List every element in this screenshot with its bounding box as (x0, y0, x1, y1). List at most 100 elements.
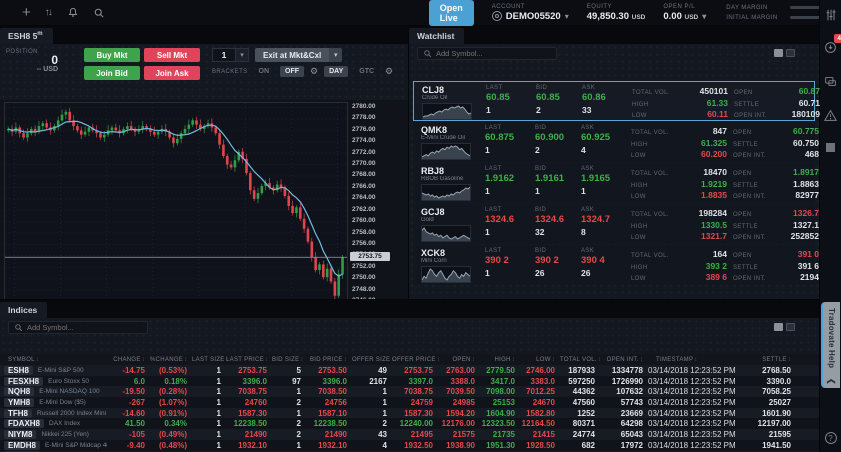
watchlist-symbol-cell: RBJ8RBOB Gasoline (421, 166, 485, 201)
sparkline-chart (421, 225, 471, 242)
offer-price-cell: 2753.75 (392, 366, 438, 375)
column-header-change[interactable]: CHANGE↕ (112, 357, 150, 363)
watchlist-symbol-name: RBOB Gasoline (421, 176, 481, 182)
sort-arrows-icon[interactable]: ↑↓ (45, 4, 51, 22)
column-header-total-vol-[interactable]: TOTAL VOL.↕ (560, 357, 600, 363)
indices-row-esh8[interactable]: ESH8E-Mini S&P 500-14.75(0.53%)12753.755… (0, 365, 819, 376)
column-header-open[interactable]: OPEN↕ (438, 357, 480, 363)
quantity-stepper[interactable]: 1 ▾ (212, 48, 249, 62)
watchlist-row-gcj8[interactable]: GCJ8GoldLAST1324.61BID1324.632ASK1324.78… (413, 204, 815, 244)
watchlist-module: Watchlist CLJ8Crude OilLAST60.851BID60.8… (408, 26, 819, 299)
help-tab[interactable]: Tradovate Help ❮ (821, 302, 840, 388)
bell-icon[interactable] (67, 4, 79, 22)
watchlist-symbol: XCK8 (421, 248, 485, 258)
column-header-bid-size[interactable]: BID SIZE↕ (272, 357, 306, 363)
notifications-icon[interactable]: 4 (824, 39, 837, 55)
indices-row-fesxh8[interactable]: FESXH8Euro Stoxx 506.00.18%13396.0973396… (0, 376, 819, 387)
stat-label: LOW (631, 276, 646, 282)
column-header-settle[interactable]: SETTLE↕ (740, 357, 796, 363)
offer-price-cell: 3397.0 (392, 377, 438, 386)
open-cell: 12176.00 (438, 419, 480, 428)
search-icon[interactable] (93, 4, 105, 22)
watchlist-row-qmk8[interactable]: QMK8E-Mini Crude OilLAST60.8751BID60.900… (413, 122, 815, 162)
add-module-icon[interactable]: + (22, 4, 31, 22)
indices-row-niym8[interactable]: NIYM8Nikkei 225 (Yen)-105(0.49%)12149022… (0, 429, 819, 440)
gear-icon[interactable]: ⚙ (385, 66, 393, 77)
buy-mkt-button[interactable]: Buy Mkt (84, 48, 140, 62)
tab-watchlist[interactable]: Watchlist (409, 28, 464, 44)
candlestick-chart[interactable]: 2780.002778.002776.002774.002772.002770.… (0, 100, 408, 299)
indices-search-input[interactable] (27, 323, 137, 332)
column-header-last-price[interactable]: LAST PRICE↕ (226, 357, 272, 363)
watchlist-row-xck8[interactable]: XCK8Mini CornLAST390 21BID390 226ASK390 … (413, 245, 815, 285)
chevron-down-icon[interactable]: ▾ (236, 48, 249, 62)
chevron-down-icon[interactable]: ▾ (565, 12, 569, 21)
indices-search[interactable] (8, 321, 148, 334)
pct-change-cell: (0.48%) (150, 441, 192, 450)
watchlist-ask-size: 26 (581, 268, 631, 278)
column-header-offer-price[interactable]: OFFER PRICE↕ (392, 357, 438, 363)
column-header-high[interactable]: HIGH↕ (480, 357, 520, 363)
column-header-timestamp[interactable]: TIMESTAMP↕ (648, 357, 740, 363)
watchlist-search[interactable] (417, 47, 557, 60)
settings-sliders-icon[interactable] (825, 7, 837, 23)
chevron-down-icon[interactable]: ▾ (702, 12, 706, 21)
column-header-symbol[interactable]: SYMBOL↕ (0, 357, 112, 363)
chart-plot-area[interactable] (4, 102, 348, 307)
equity-unit: USD (632, 14, 646, 21)
brackets-off-toggle[interactable]: OFF (280, 66, 304, 77)
square-icon[interactable] (826, 139, 835, 155)
exit-at-mkt-button[interactable]: Exit at Mkt&Cxl ▾ (255, 48, 342, 62)
indices-row-fdaxh8[interactable]: FDAXH8DAX Index41.500.34%112238.50212238… (0, 418, 819, 429)
watchlist-volume-stats: TOTAL VOL.847HIGH61.325LOW60.200 (631, 125, 733, 160)
join-bid-button[interactable]: Join Bid (84, 66, 140, 80)
indices-row-emdh8[interactable]: EMDH8E-Mini S&P Midcap 400-9.40(0.48%)11… (0, 440, 819, 451)
sell-mkt-button[interactable]: Sell Mkt (144, 48, 200, 62)
watchlist-search-input[interactable] (436, 49, 546, 58)
account-block[interactable]: ACCOUNT DEMO05520 ▾ (492, 4, 569, 22)
gear-icon[interactable]: ⚙ (310, 66, 318, 77)
watchlist-row-rbj8[interactable]: RBJ8RBOB GasolineLAST1.91621BID1.91611AS… (413, 163, 815, 203)
sparkline-chart (421, 143, 471, 160)
column-header-bid-price[interactable]: BID PRICE↕ (306, 357, 352, 363)
gtc-toggle[interactable]: GTC (354, 66, 379, 77)
offer-size-cell: 43 (352, 430, 392, 439)
watchlist-last-label: LAST (485, 207, 535, 213)
help-question-icon[interactable]: ? (825, 432, 837, 444)
view-mode-grid-toggle[interactable] (774, 49, 783, 57)
tab-esh8-chart[interactable]: ESH8 5m (0, 28, 53, 44)
chevron-down-icon[interactable]: ▾ (329, 48, 342, 62)
order-controls: POSITION 0 -- USD Buy Mkt Sell Mkt Join … (0, 44, 408, 82)
tab-indices[interactable]: Indices (0, 302, 47, 318)
open-live-button[interactable]: Open Live (429, 0, 474, 26)
column-header-open-int-[interactable]: OPEN INT.↕ (600, 357, 648, 363)
watchlist-row-clj8[interactable]: CLJ8Crude OilLAST60.851BID60.852ASK60.86… (413, 81, 815, 121)
offer-price-cell: 12240.00 (392, 419, 438, 428)
column-header-offer-size[interactable]: OFFER SIZE↕ (352, 357, 392, 363)
view-mode-grid-toggle[interactable] (774, 323, 783, 331)
watchlist-last-cell: LAST1.91621 (485, 166, 535, 201)
symbol-chip: FDAXH8 (4, 419, 44, 428)
brackets-on-toggle[interactable]: ON (254, 66, 275, 77)
watchlist-symbol: GCJ8 (421, 207, 485, 217)
column-header-low[interactable]: LOW↕ (520, 357, 560, 363)
last-size-cell: 1 (192, 441, 226, 450)
join-ask-button[interactable]: Join Ask (144, 66, 200, 80)
watchlist-ask-price: 390 4 (581, 255, 631, 266)
column-header-last-size[interactable]: LAST SIZE↕ (192, 357, 226, 363)
view-mode-list-toggle[interactable] (786, 49, 795, 57)
indices-row-ymh8[interactable]: YMH8E-Mini Dow ($5)-267(1.07%)1247602247… (0, 397, 819, 408)
view-mode-list-toggle[interactable] (786, 323, 795, 331)
column-header--change[interactable]: %CHANGE↕ (150, 357, 192, 363)
price-axis[interactable]: 2780.002778.002776.002774.002772.002770.… (350, 102, 406, 307)
day-toggle[interactable]: DAY (324, 66, 348, 77)
watchlist-bid-cell: BID1.91611 (535, 166, 581, 201)
watchlist-symbol-name: Crude Oil (422, 95, 482, 101)
indices-row-nqh8[interactable]: NQH8E-Mini NASDAQ 100-19.50(0.28%)17038.… (0, 386, 819, 397)
bid-size-cell: 1 (272, 387, 306, 396)
indices-row-tfh8[interactable]: TFH8Russell 2000 Index Mini-14.60(0.91%)… (0, 408, 819, 419)
stat-label: OPEN (733, 212, 752, 218)
watchlist-last-cell: LAST390 21 (485, 248, 535, 283)
total-vol-cell: 187933 (560, 366, 600, 375)
watchlist-ask-price: 60.925 (581, 132, 631, 143)
